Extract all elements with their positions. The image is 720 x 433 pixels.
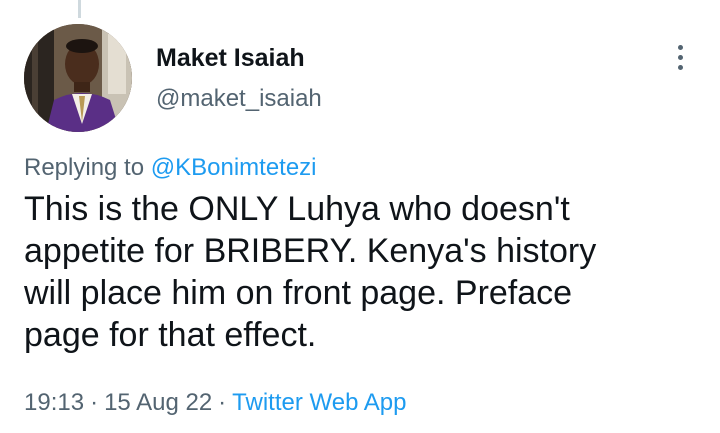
tweet-text-line: page for that effect. [24,316,317,354]
more-vertical-icon-dot [677,54,683,60]
author-handle[interactable]: @maket_isaiah [156,85,322,113]
avatar[interactable] [24,24,132,132]
more-vertical-icon [677,44,683,50]
reply-prefix: Replying to [24,154,145,181]
meta-separator: · [218,389,227,416]
tweet-time[interactable]: 19:13 [24,389,84,416]
tweet-text-line: appetite for BRIBERY. Kenya's history [24,232,597,270]
tweet-text: This is the ONLY Luhya who doesn't appet… [24,188,704,356]
reply-context: Replying to @KBonimtetezi [24,154,317,182]
tweet-date[interactable]: 15 Aug 22 [104,389,212,416]
tweet-text-line: This is the ONLY Luhya who doesn't [24,190,570,228]
avatar-photo [24,24,132,132]
reply-mention-link[interactable]: @KBonimtetezi [151,154,317,181]
tweet-text-line: will place him on front page. Preface [24,274,573,312]
thread-connector-line [78,0,81,18]
meta-separator: · [90,389,99,416]
tweet-source-link[interactable]: Twitter Web App [232,389,406,416]
more-options-button[interactable] [666,40,694,74]
more-vertical-icon-dot [677,64,683,70]
tweet-meta: 19:13 · 15 Aug 22 · Twitter Web App [24,389,406,417]
author-name[interactable]: Maket Isaiah [156,44,305,73]
